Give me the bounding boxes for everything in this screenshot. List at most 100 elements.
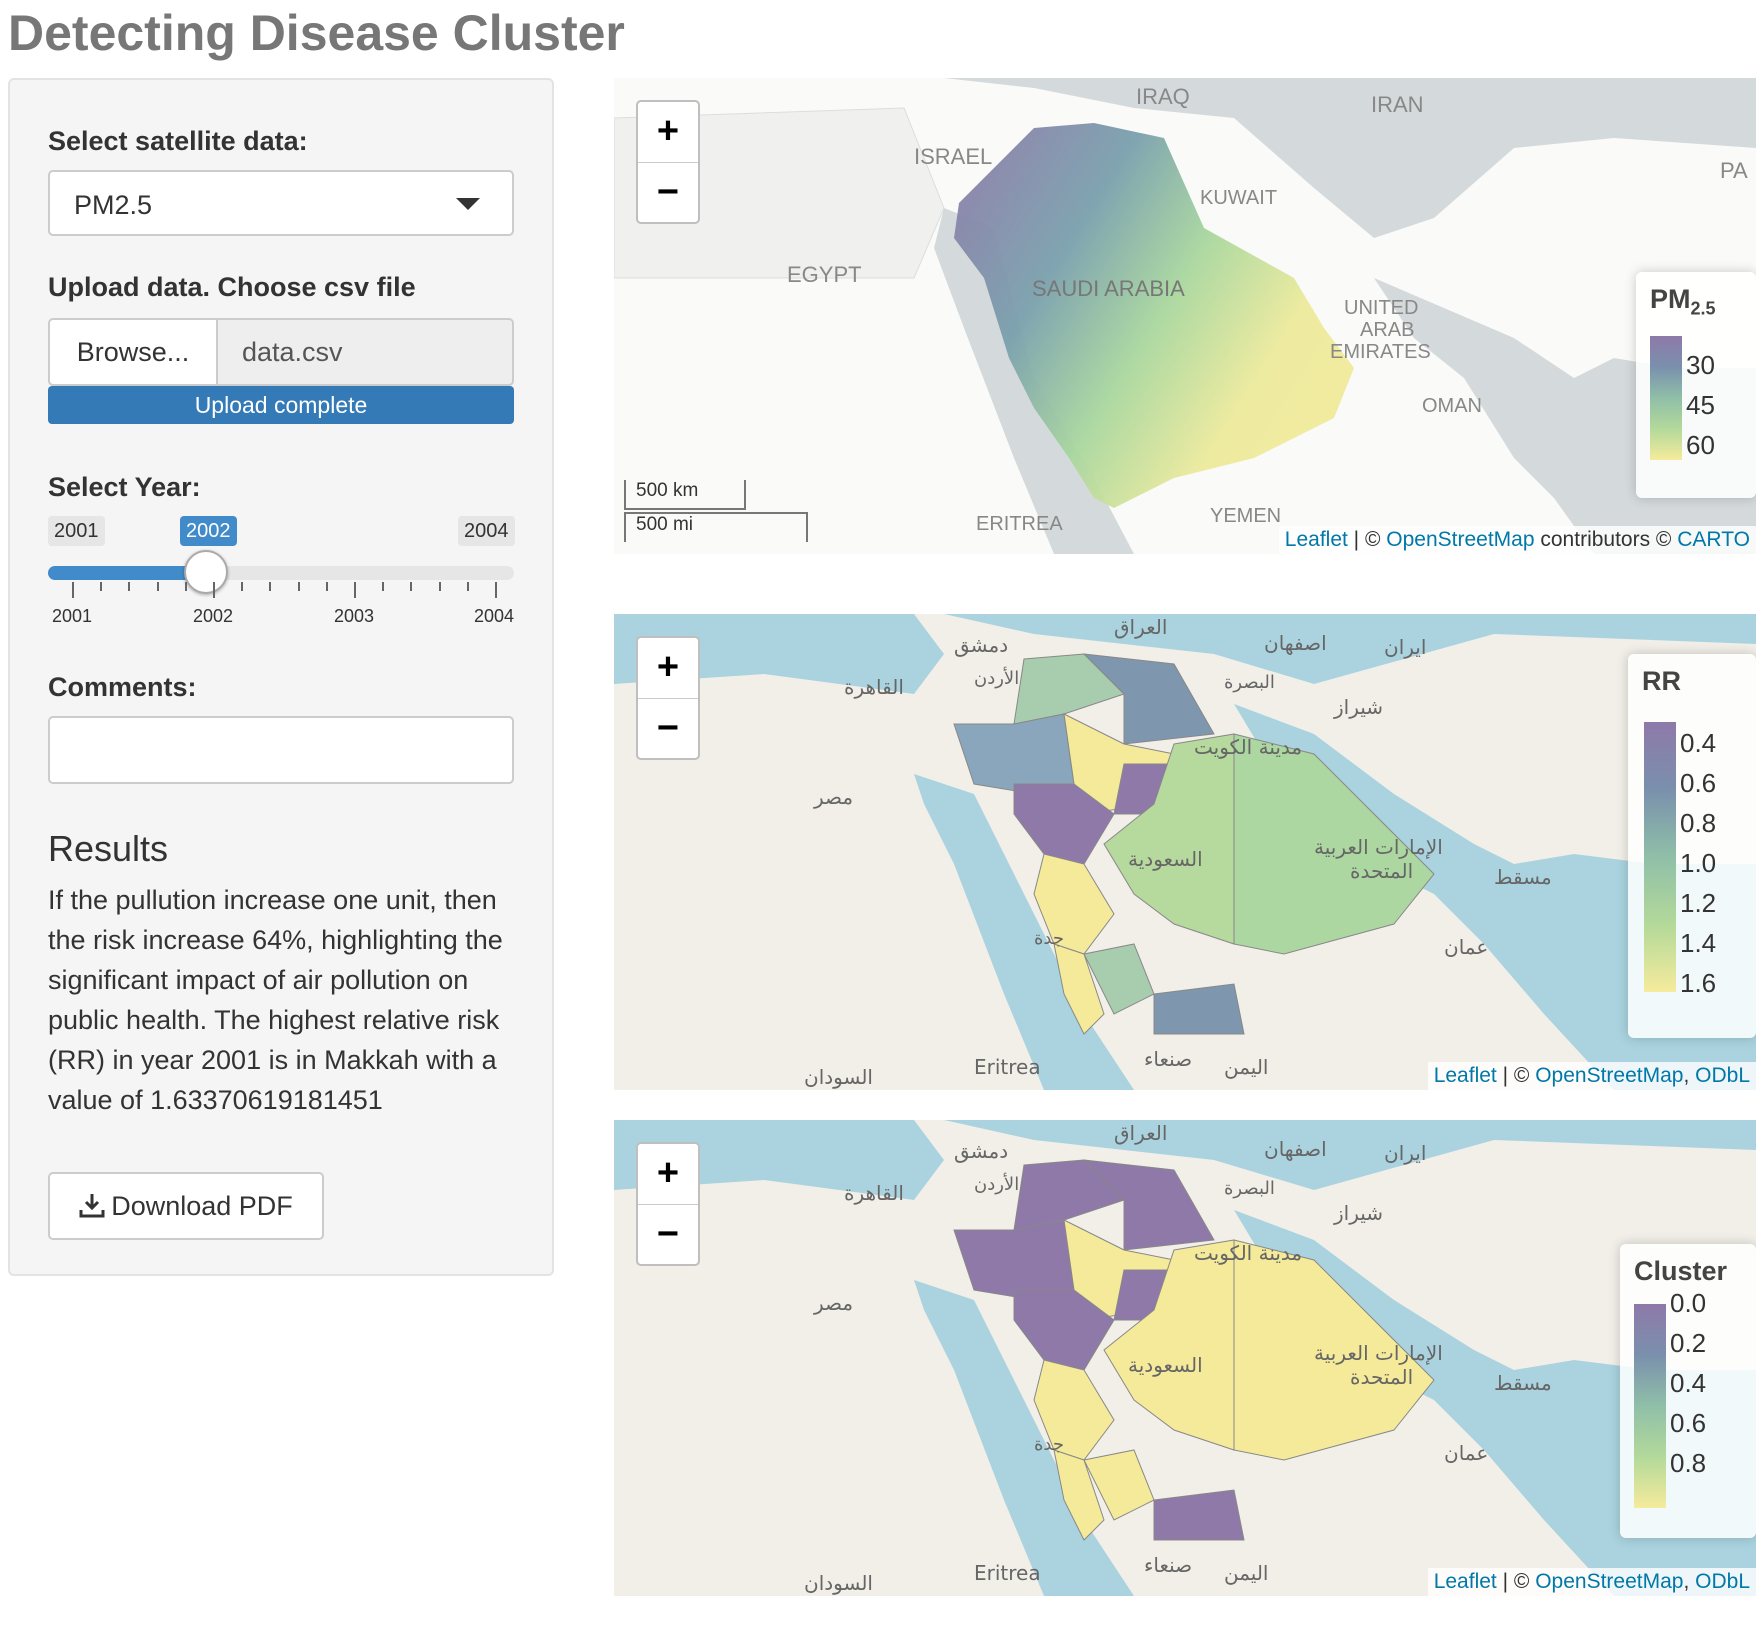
slider-tick: [100, 582, 103, 591]
rr-map-label: البصرة: [1224, 672, 1275, 693]
osm-link[interactable]: OpenStreetMap: [1386, 528, 1534, 551]
year-selected-label: 2002: [180, 516, 237, 546]
chevron-down-icon: [456, 198, 480, 210]
pm25-map-label: EGYPT: [787, 262, 862, 287]
download-icon: [79, 1194, 105, 1218]
zoom-out-button[interactable]: −: [638, 699, 698, 759]
slider-tick: [495, 582, 497, 598]
zoom-out-button[interactable]: −: [638, 163, 698, 223]
legend-colorbar: [1644, 722, 1676, 992]
pm25-zoom-control: + −: [636, 100, 700, 224]
legend-value: 60: [1686, 430, 1715, 460]
pm25-map[interactable]: IRAQ IRAN ISRAEL KUWAIT EGYPT SAUDI ARAB…: [614, 78, 1756, 554]
year-label: Select Year:: [48, 472, 201, 502]
legend-value: 0.6: [1680, 768, 1717, 798]
results-heading: Results: [48, 828, 169, 869]
slider-tick: [72, 582, 74, 598]
slider-tick: [213, 582, 215, 598]
file-name-field[interactable]: data.csv: [216, 318, 514, 386]
rr-map-label: اليمن: [1224, 1055, 1268, 1079]
cluster-map-label: شيراز: [1333, 1201, 1383, 1225]
legend-value: 0.2: [1670, 1328, 1707, 1358]
map-attribution: Leaflet | © OpenStreetMap, ODbL: [1427, 1062, 1756, 1090]
osm-link[interactable]: OpenStreetMap: [1535, 1064, 1683, 1087]
leaflet-link[interactable]: Leaflet: [1285, 528, 1348, 551]
zoom-in-button[interactable]: +: [638, 102, 698, 163]
slider-tick: [156, 582, 159, 591]
odbl-link[interactable]: ODbL: [1695, 1570, 1750, 1593]
cluster-map-label: العراق: [1114, 1121, 1167, 1145]
pm25-map-label: IRAN: [1371, 92, 1424, 117]
comments-input[interactable]: [48, 716, 514, 784]
odbl-link[interactable]: ODbL: [1695, 1064, 1750, 1087]
pm25-map-label: OMAN: [1422, 395, 1482, 417]
carto-link[interactable]: CARTO: [1677, 528, 1750, 551]
cluster-map-label: السودان: [804, 1571, 873, 1595]
pm25-map-label: EMIRATES: [1330, 341, 1431, 363]
cluster-map-label: الأردن: [974, 1173, 1019, 1195]
rr-map-label: السعودية: [1128, 847, 1203, 871]
leaflet-link[interactable]: Leaflet: [1434, 1064, 1497, 1087]
legend-value: 0.6: [1670, 1408, 1707, 1438]
rr-map-label: مدينة الكويت: [1194, 735, 1302, 759]
zoom-in-button[interactable]: +: [638, 638, 698, 699]
rr-basemap: العراق دمشق اصفهان ايران القاهرة الأردن …: [614, 614, 1756, 1090]
legend-title: RR: [1642, 666, 1681, 696]
slider-tick: [410, 582, 413, 591]
sidebar-panel: Select satellite data: PM2.5 Upload data…: [8, 78, 554, 1276]
pm25-map-label: ARAB: [1360, 319, 1414, 341]
zoom-in-button[interactable]: +: [638, 1144, 698, 1205]
cluster-map-label: مدينة الكويت: [1194, 1241, 1302, 1265]
cluster-map-label: البصرة: [1224, 1178, 1275, 1199]
pm25-map-label: ISRAEL: [914, 144, 992, 169]
slider-tick: [269, 582, 272, 591]
cluster-map[interactable]: العراق دمشق اصفهان ايران القاهرة الأردن …: [614, 1120, 1756, 1596]
cluster-legend: Cluster 0.0 0.2 0.4 0.6 0.8: [1620, 1244, 1756, 1538]
slider-tick: [297, 582, 300, 591]
slider-tick: [184, 582, 187, 591]
legend-value: 0.8: [1670, 1448, 1707, 1478]
year-max-label: 2004: [458, 516, 515, 546]
zoom-out-button[interactable]: −: [638, 1205, 698, 1265]
year-tick-label: 2001: [51, 606, 93, 626]
scale-mi: 500 mi: [624, 512, 808, 542]
rr-map[interactable]: العراق دمشق اصفهان ايران القاهرة الأردن …: [614, 614, 1756, 1090]
rr-map-label: السودان: [804, 1065, 873, 1089]
cluster-map-label: عمان: [1444, 1441, 1488, 1465]
rr-map-label: المتحدة: [1350, 859, 1413, 883]
satellite-select[interactable]: PM2.5: [48, 170, 514, 236]
pm25-map-label: SAUDI ARABIA: [1032, 276, 1185, 301]
map-attribution: Leaflet | © OpenStreetMap, ODbL: [1427, 1568, 1756, 1596]
cluster-map-label: مصر: [813, 1291, 853, 1315]
leaflet-link[interactable]: Leaflet: [1434, 1570, 1497, 1593]
year-slider-track[interactable]: [48, 566, 514, 580]
year-tick-label: 2003: [333, 606, 375, 626]
cluster-zoom-control: + −: [636, 1142, 700, 1266]
year-min-label: 2001: [48, 516, 105, 546]
cluster-map-label: دمشق: [954, 1139, 1008, 1163]
year-slider-handle[interactable]: [184, 550, 228, 594]
rr-map-label: الأردن: [974, 667, 1019, 689]
legend-value: 45: [1686, 390, 1715, 420]
rr-map-label: جدة: [1034, 928, 1064, 949]
cluster-map-label: الإمارات العربية: [1314, 1341, 1443, 1365]
legend-value: 1.6: [1680, 968, 1717, 998]
rr-map-label: صنعاء: [1144, 1047, 1192, 1071]
cluster-map-label: القاهرة: [844, 1181, 904, 1205]
legend-value: 0.4: [1680, 728, 1717, 758]
scale-km: 500 km: [624, 480, 746, 510]
cluster-map-label: السعودية: [1128, 1353, 1203, 1377]
legend-colorbar: [1634, 1304, 1666, 1508]
upload-label: Upload data. Choose csv file: [48, 272, 416, 302]
browse-button[interactable]: Browse...: [48, 318, 218, 386]
year-tick-label: 2002: [192, 606, 234, 626]
osm-link[interactable]: OpenStreetMap: [1535, 1570, 1683, 1593]
download-pdf-button[interactable]: Download PDF: [48, 1172, 324, 1240]
comments-label: Comments:: [48, 672, 197, 702]
slider-tick: [382, 582, 385, 591]
pm25-map-label: UNITED: [1344, 297, 1418, 319]
upload-progress-bar: Upload complete: [48, 386, 514, 424]
legend-title: PM2.5: [1650, 284, 1716, 319]
slider-tick: [325, 582, 328, 591]
rr-map-label: عمان: [1444, 935, 1488, 959]
